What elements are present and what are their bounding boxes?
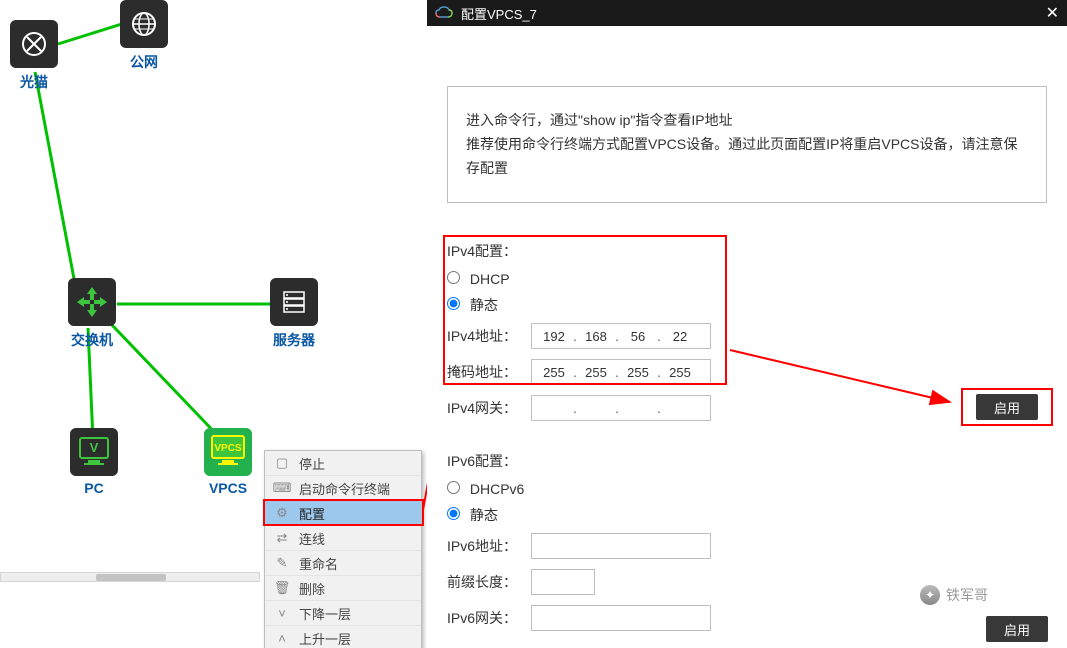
node-label: VPCS [204,480,252,496]
ipv6-gw-label: IPv6网关： [447,608,531,628]
globe-icon [120,0,168,48]
pc-icon: V [70,428,118,476]
ipv4-dhcp-radio[interactable]: DHCP [447,271,510,287]
node-optical-modem[interactable]: 光猫 [10,20,58,92]
stop-icon: ▢ [273,455,291,471]
node-label: 交换机 [68,330,116,350]
notice-box: 进入命令行，通过"show ip"指令查看IP地址 推荐使用命令行终端方式配置V… [447,86,1047,203]
node-label: 光猫 [10,72,58,92]
rename-icon: ✎ [273,555,291,571]
menu-configure[interactable]: ⚙配置 [265,501,421,526]
apply-button-footer[interactable]: 启用 [986,616,1048,642]
dialog-title: 配置VPCS_7 [461,4,537,23]
menu-stop[interactable]: ▢停止 [265,451,421,476]
notice-line1: 进入命令行，通过"show ip"指令查看IP地址 [466,109,1028,133]
menu-rename[interactable]: ✎重命名 [265,551,421,576]
ipv4-addr-label: IPv4地址： [447,326,531,346]
ipv4-gw-label: IPv4网关： [447,398,531,418]
server-icon [270,278,318,326]
ipv4-section-label: IPv4配置： [447,241,531,261]
ipv4-static-radio[interactable]: 静态 [447,295,498,315]
modem-icon [10,20,58,68]
ipv4-addr-input[interactable]: 192. 168. 56. 22 [531,323,711,349]
link-icon: ⇄ [273,530,291,546]
svg-text:V: V [90,440,99,455]
node-switch[interactable]: 交换机 [68,278,116,350]
ipv6-addr-input[interactable] [531,533,711,559]
gear-icon: ⚙ [273,505,291,521]
menu-delete[interactable]: 🗑删除 [265,576,421,601]
ipv6-gw-input[interactable] [531,605,711,631]
svg-text:VPCS: VPCS [214,443,242,454]
lower-icon: ˅ [273,606,291,621]
menu-lower[interactable]: ˅下降一层 [265,601,421,626]
canvas-h-scrollbar[interactable] [0,572,260,582]
cloud-icon [435,6,453,20]
node-label: 公网 [120,52,168,72]
ipv4-section: IPv4配置： DHCP 静态 IPv4地址： 192. 168. 56. 22… [447,241,1047,421]
node-server[interactable]: 服务器 [270,278,318,350]
watermark: ✦ 铁军哥 [920,585,988,605]
raise-icon: ˄ [273,631,291,646]
close-icon[interactable]: ✕ [1046,3,1059,23]
terminal-icon: ⌨ [273,480,291,496]
dialog-titlebar[interactable]: 配置VPCS_7 ✕ [427,0,1067,26]
node-pc[interactable]: V PC [70,428,118,496]
ipv6-prefix-label: 前缀长度： [447,572,531,592]
vpcs-context-menu: ▢停止 ⌨启动命令行终端 ⚙配置 ⇄连线 ✎重命名 🗑删除 ˅下降一层 ˄上升一… [264,450,422,648]
node-public-net[interactable]: 公网 [120,0,168,72]
scrollbar-thumb[interactable] [96,574,166,581]
menu-raise[interactable]: ˄上升一层 [265,626,421,648]
vpcs-icon: VPCS [204,428,252,476]
trash-icon: 🗑 [273,580,291,596]
menu-link[interactable]: ⇄连线 [265,526,421,551]
notice-line2: 推荐使用命令行终端方式配置VPCS设备。通过此页面配置IP将重启VPCS设备，请… [466,133,1028,181]
menu-open-terminal[interactable]: ⌨启动命令行终端 [265,476,421,501]
ipv4-mask-label: 掩码地址： [447,362,531,382]
ipv6-prefix-input[interactable] [531,569,595,595]
ipv6-section-label: IPv6配置： [447,451,531,471]
switch-icon [68,278,116,326]
highlight-apply: 启用 [961,388,1053,426]
node-label: PC [70,480,118,496]
vpcs-config-dialog: 配置VPCS_7 ✕ 进入命令行，通过"show ip"指令查看IP地址 推荐使… [427,0,1067,648]
ipv6-addr-label: IPv6地址： [447,536,531,556]
node-vpcs[interactable]: VPCS VPCS [204,428,252,496]
apply-button[interactable]: 启用 [976,394,1038,420]
ipv4-gw-input[interactable]: . . . [531,395,711,421]
ipv4-mask-input[interactable]: 255. 255. 255. 255 [531,359,711,385]
wechat-icon: ✦ [920,585,940,605]
ipv6-static-radio[interactable]: 静态 [447,505,498,525]
node-label: 服务器 [270,330,318,350]
ipv6-dhcp-radio[interactable]: DHCPv6 [447,481,524,497]
